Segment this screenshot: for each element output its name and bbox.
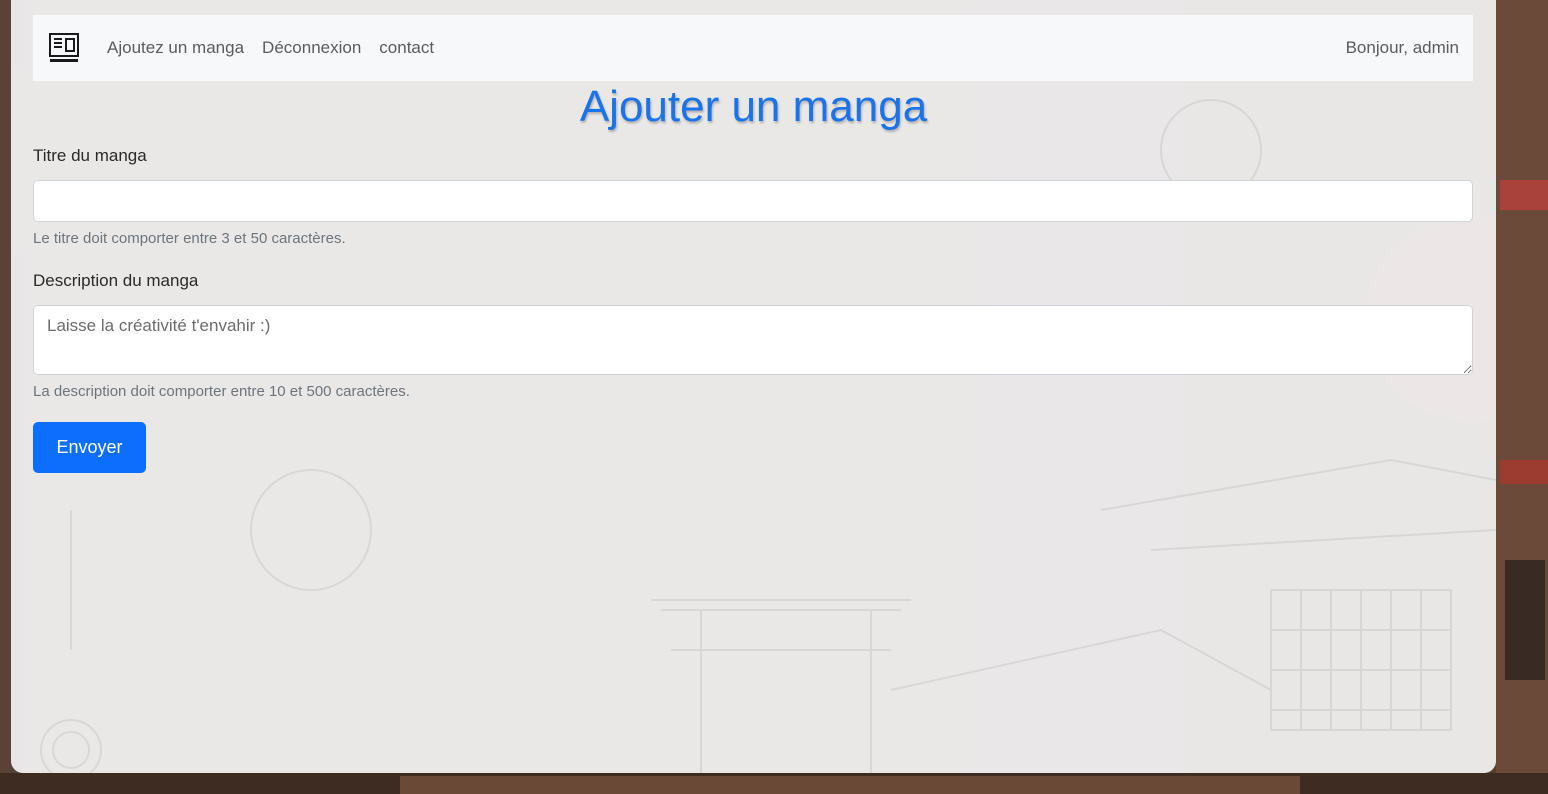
title-input[interactable] bbox=[33, 180, 1473, 222]
top-navbar: Ajoutez un manga Déconnexion contact Bon… bbox=[33, 15, 1473, 81]
description-help-text: La description doit comporter entre 10 e… bbox=[33, 383, 410, 400]
description-field-group: Description du manga La description doit… bbox=[33, 271, 1473, 400]
nav-link-add-manga[interactable]: Ajoutez un manga bbox=[107, 38, 244, 58]
description-textarea[interactable] bbox=[33, 305, 1473, 375]
nav-link-logout[interactable]: Déconnexion bbox=[262, 38, 361, 58]
description-field-label: Description du manga bbox=[33, 271, 199, 290]
add-manga-form: Titre du manga Le titre doit comporter e… bbox=[33, 146, 1473, 473]
title-field-label: Titre du manga bbox=[33, 146, 147, 165]
title-field-group: Titre du manga Le titre doit comporter e… bbox=[33, 146, 1473, 247]
nav-link-contact[interactable]: contact bbox=[379, 38, 434, 58]
manga-verse-logo-icon[interactable] bbox=[47, 31, 81, 65]
submit-button[interactable]: Envoyer bbox=[33, 422, 146, 473]
title-help-text: Le titre doit comporter entre 3 et 50 ca… bbox=[33, 230, 346, 247]
page-title: Ajouter un manga bbox=[579, 82, 928, 131]
content-card: Ajoutez un manga Déconnexion contact Bon… bbox=[11, 0, 1496, 773]
user-greeting: Bonjour, admin bbox=[1345, 38, 1459, 57]
